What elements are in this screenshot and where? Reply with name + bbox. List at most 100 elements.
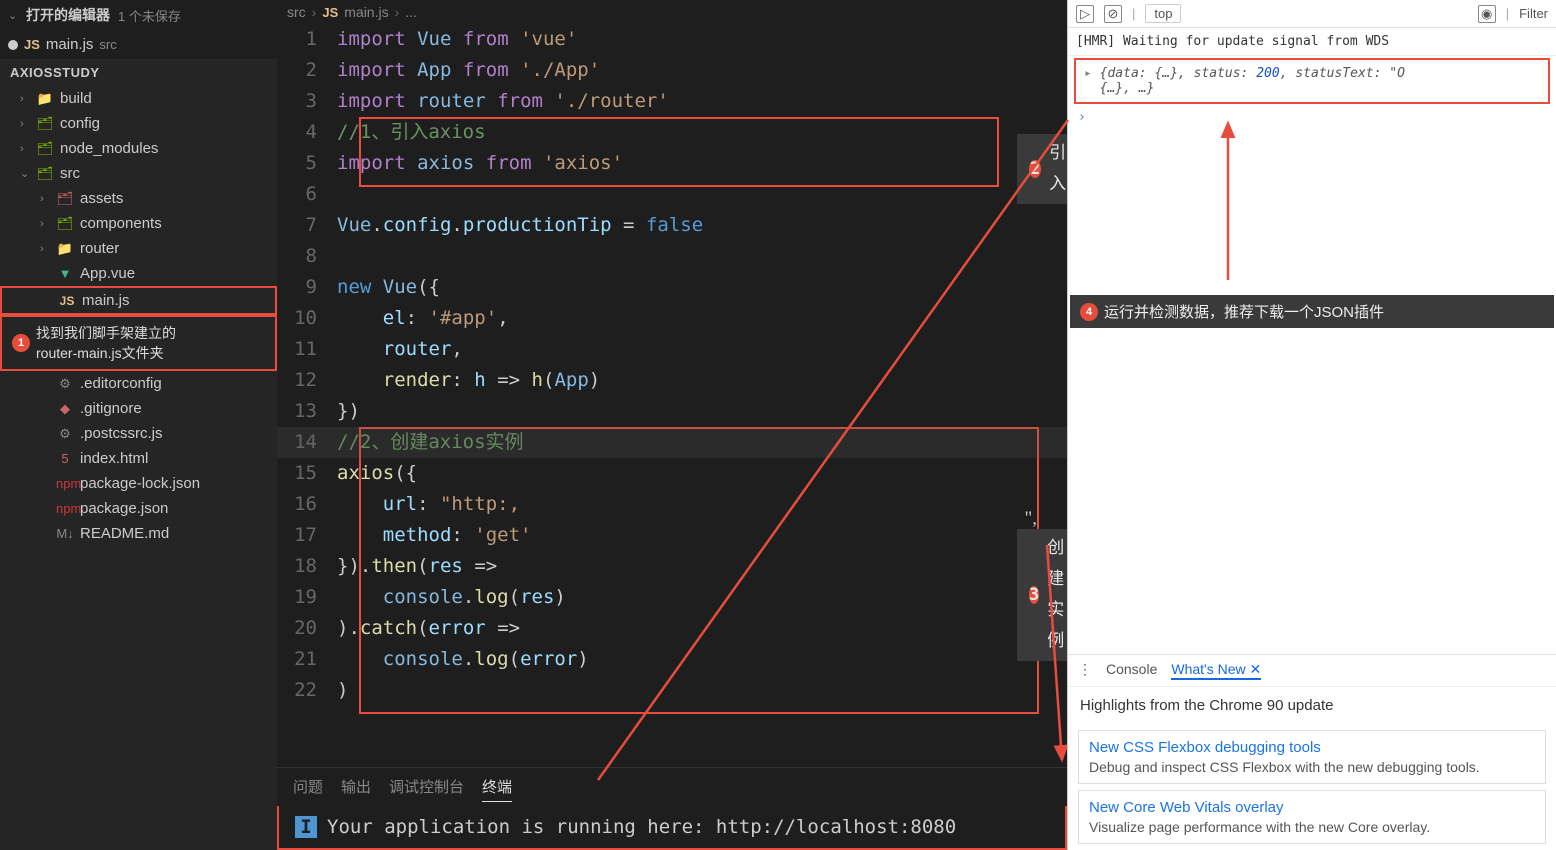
chevron-icon: › [20, 93, 30, 105]
line-content: console.log(res) [337, 582, 566, 613]
tree-item-build[interactable]: ›📁build [0, 86, 277, 111]
tree-item-node_modules[interactable]: ›🗂node_modules [0, 136, 277, 161]
tree-item-config[interactable]: ›🗂config [0, 111, 277, 136]
file-icon: 🗂 [36, 141, 54, 157]
tree-item-package-json[interactable]: npmpackage.json [0, 496, 277, 521]
code-line[interactable]: 19 console.log(res) [277, 582, 1067, 613]
breadcrumb-sep: › [395, 4, 400, 20]
tree-item-README-md[interactable]: M↓ README.md [0, 521, 277, 546]
console-object[interactable]: ▸ {data: {…}, status: 200, statusText: "… [1074, 58, 1550, 104]
code-line[interactable]: 17 method: 'get' [277, 520, 1067, 551]
line-content: el: '#app', [337, 303, 509, 334]
project-name[interactable]: AXIOSSTUDY [0, 59, 277, 86]
chevron-icon: › [40, 193, 50, 205]
terminal-output[interactable]: I Your application is running here: http… [277, 806, 1067, 850]
file-label: main.js [82, 292, 130, 309]
clear-icon[interactable]: ⊘ [1104, 5, 1122, 23]
open-editors-header[interactable]: ⌄ 打开的编辑器 1 个未保存 [0, 0, 277, 30]
code-line[interactable]: 18}).then(res => [277, 551, 1067, 582]
annotation-1: 1找到我们脚手架建立的router-main.js文件夹 [0, 315, 277, 371]
line-content: }).then(res => [337, 551, 497, 582]
code-line[interactable]: 3import router from './router' [277, 86, 1067, 117]
chevron-icon: › [20, 143, 30, 155]
panel-tab[interactable]: 调试控制台 [389, 772, 464, 802]
file-label: .editorconfig [80, 375, 162, 392]
badge-3-icon: 3 [1029, 586, 1039, 604]
code-line[interactable]: 12 render: h => h(App) [277, 365, 1067, 396]
tree-item-src[interactable]: ⌄🗂src [0, 161, 277, 186]
tab-console[interactable]: Console [1106, 661, 1157, 680]
file-icon: ▼ [56, 266, 74, 281]
tree-item-package-lock-json[interactable]: npmpackage-lock.json [0, 471, 277, 496]
eye-icon[interactable]: ◉ [1478, 5, 1496, 23]
line-number: 13 [277, 396, 337, 427]
code-line[interactable]: 6 [277, 179, 1067, 210]
drawer-tab-more-icon[interactable]: ⋮ [1078, 661, 1092, 680]
code-line[interactable]: 22) [277, 675, 1067, 706]
file-label: config [60, 115, 100, 132]
code-line[interactable]: 13}) [277, 396, 1067, 427]
file-icon: 📁 [36, 91, 54, 107]
line-content: ) [337, 675, 348, 706]
filter-label[interactable]: Filter [1519, 6, 1548, 21]
code-line[interactable]: 4//1、引入axios [277, 117, 1067, 148]
panel-tab[interactable]: 问题 [293, 772, 323, 802]
code-editor[interactable]: 2 引入 3 创建实例 ", 1import Vue from 'vue'2im… [277, 24, 1067, 767]
tree-item--gitignore[interactable]: ◆.gitignore [0, 396, 277, 421]
line-number: 1 [277, 24, 337, 55]
tree-item-index-html[interactable]: 5index.html [0, 446, 277, 471]
code-line[interactable]: 11 router, [277, 334, 1067, 365]
card-subtitle: Visualize page performance with the new … [1089, 819, 1535, 835]
breadcrumb-segment[interactable]: src [287, 4, 306, 20]
card-title: New CSS Flexbox debugging tools [1089, 739, 1535, 756]
line-number: 9 [277, 272, 337, 303]
console-prompt[interactable]: › [1068, 106, 1556, 129]
file-icon: npm [56, 476, 74, 491]
code-line[interactable]: 15axios({ [277, 458, 1067, 489]
card-subtitle: Debug and inspect CSS Flexbox with the n… [1089, 759, 1535, 775]
whatsnew-card[interactable]: New Core Web Vitals overlay Visualize pag… [1078, 790, 1546, 844]
tree-item--postcssrc-js[interactable]: ⚙.postcssrc.js [0, 421, 277, 446]
panel-tab[interactable]: 输出 [341, 772, 371, 802]
code-line[interactable]: 5import axios from 'axios' [277, 148, 1067, 179]
code-line[interactable]: 7Vue.config.productionTip = false [277, 210, 1067, 241]
card-title: New Core Web Vitals overlay [1089, 799, 1535, 816]
file-icon: ⚙ [56, 426, 74, 442]
line-number: 5 [277, 148, 337, 179]
play-icon[interactable]: ▷ [1076, 5, 1094, 23]
breadcrumb[interactable]: src › JS main.js › ... [277, 0, 1067, 24]
tab-whatsnew[interactable]: What's New ✕ [1171, 661, 1261, 680]
file-label: README.md [80, 525, 169, 542]
devtools-panel: ▷ ⊘ | top ◉ | Filter [HMR] Waiting for u… [1067, 0, 1556, 850]
tree-item-assets[interactable]: ›🗂assets [0, 186, 277, 211]
code-line[interactable]: 1import Vue from 'vue' [277, 24, 1067, 55]
code-line[interactable]: 2import App from './App' [277, 55, 1067, 86]
code-line[interactable]: 8 [277, 241, 1067, 272]
file-icon: M↓ [56, 526, 74, 541]
whatsnew-card[interactable]: New CSS Flexbox debugging tools Debug and… [1078, 730, 1546, 784]
line-content: import axios from 'axios' [337, 148, 623, 179]
file-icon: 📁 [56, 241, 74, 257]
context-select[interactable]: top [1145, 4, 1181, 23]
open-editor-tab[interactable]: JS main.js src [0, 30, 277, 59]
code-line[interactable]: 9new Vue({ [277, 272, 1067, 303]
tree-item-main-js[interactable]: JSmain.js [0, 286, 277, 315]
unsaved-count: 1 个未保存 [118, 6, 181, 25]
line-content: console.log(error) [337, 644, 589, 675]
tree-item-components[interactable]: ›🗂components [0, 211, 277, 236]
code-line[interactable]: 16 url: "http:, [277, 489, 1067, 520]
chevron-icon: › [40, 218, 50, 230]
file-label: App.vue [80, 265, 135, 282]
file-icon: 🗂 [56, 216, 74, 232]
panel-tab[interactable]: 终端 [482, 772, 512, 802]
info-icon: I [295, 816, 317, 838]
code-line[interactable]: 10 el: '#app', [277, 303, 1067, 334]
tree-item-router[interactable]: ›📁router [0, 236, 277, 261]
code-line[interactable]: 20).catch(error => [277, 613, 1067, 644]
line-content: import App from './App' [337, 55, 600, 86]
breadcrumb-segment[interactable]: ... [405, 4, 417, 20]
code-line[interactable]: 21 console.log(error) [277, 644, 1067, 675]
breadcrumb-segment[interactable]: main.js [344, 4, 388, 20]
tree-item-App-vue[interactable]: ▼ App.vue [0, 261, 277, 286]
tree-item--editorconfig[interactable]: ⚙.editorconfig [0, 371, 277, 396]
